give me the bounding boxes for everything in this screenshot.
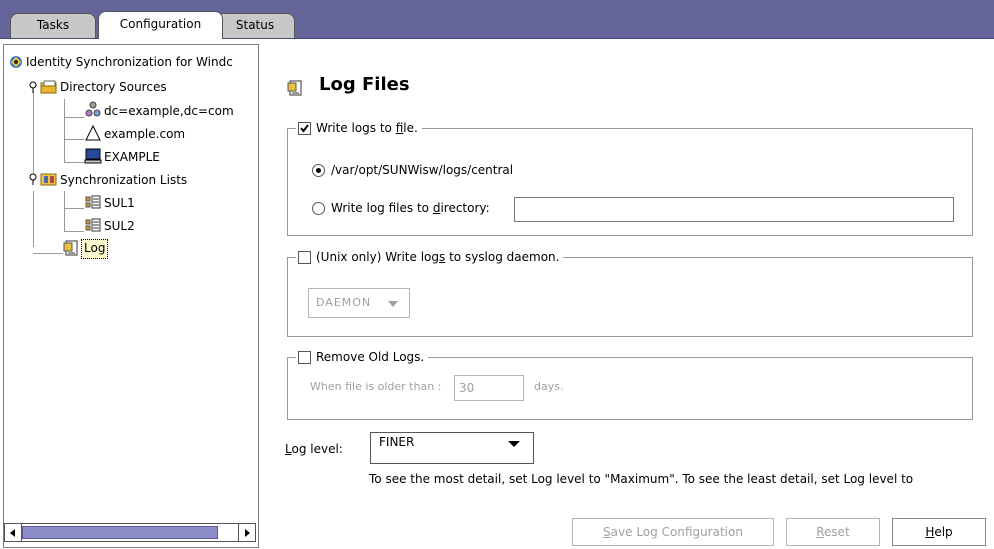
tab-configuration-label: Configuration [119,17,202,31]
remove-old-logs-label: Remove Old Logs. [316,350,425,364]
tree-line [33,91,34,181]
tab-status[interactable]: Status [215,13,295,38]
tree-line [33,253,63,254]
save-log-configuration-button[interactable]: Save Log Configuration [572,518,774,546]
scroll-thumb[interactable] [22,526,218,539]
custom-dir-label: Write log files to directory: [331,201,490,215]
log-level-select[interactable]: FINER [370,432,534,464]
save-button-mnemonic: S [603,525,611,539]
tab-bar: Tasks Status Configuration [0,0,994,39]
sync-lists-icon [40,171,58,189]
log-level-value: FINER [379,435,415,449]
days-label: days. [534,380,564,393]
computer-icon [84,147,102,165]
save-button-label: ave Log Configuration [610,525,743,539]
folder-icon [40,79,58,97]
log-level-hint: To see the most detail, set Log level to… [369,472,914,486]
tree-line [64,231,84,232]
write-logs-group: Write logs to file. /var/opt/SUNWisw/log… [287,119,973,236]
help-button-label: elp [934,525,953,539]
scroll-right-button[interactable] [238,524,255,541]
syslog-facility-value: DAEMON [316,296,372,309]
tree-item-ds-1[interactable]: example.com [104,124,185,144]
sync-app-icon [8,54,26,72]
syslog-label: (Unix only) Write logs to syslog daemon. [316,248,559,266]
tab-configuration[interactable]: Configuration [98,11,223,39]
log-level-label: Log level: [285,442,343,456]
syslog-label-pre: (Unix only) Write log [316,250,439,264]
tab-tasks-label: Tasks [36,18,70,32]
older-than-label: When file is older than : [310,380,442,393]
arrow-left-icon [10,528,15,537]
dropdown-arrow-icon [508,441,520,447]
syslog-label-post: to syslog daemon. [445,250,560,264]
custom-dir-option[interactable]: Write log files to directory: [312,201,490,215]
custom-dir-radio[interactable] [312,201,325,215]
tab-tasks[interactable]: Tasks [10,13,96,38]
syslog-facility-select[interactable]: DAEMON [308,288,410,318]
custom-dir-label-pre: Write log files to [331,201,433,215]
dropdown-arrow-icon [388,301,398,307]
tree-line [64,162,84,163]
reset-button-mnemonic: R [816,525,825,539]
log-directory-input[interactable] [514,197,954,222]
write-logs-checkbox[interactable] [298,121,311,135]
default-path-option[interactable]: /var/opt/SUNWisw/logs/central [312,163,513,177]
tree-item-sul-1[interactable]: SUL2 [104,216,135,236]
scroll-left-button[interactable] [5,524,22,541]
remove-old-logs-checkbox[interactable] [298,350,311,364]
navigation-tree: Identity Synchronization for Windc Direc… [3,44,259,548]
tree-root-label[interactable]: Identity Synchronization for Windc [26,52,233,72]
tab-status-label: Status [235,18,275,32]
write-logs-label: Write logs to file. [316,119,418,137]
page-title: Log Files [319,74,410,95]
help-button-mnemonic: H [925,525,935,539]
days-input[interactable]: 30 [454,375,524,401]
tree-line [33,191,34,247]
tree-item-log[interactable]: Log [81,239,109,259]
log-level-label-post: og level: [291,442,343,456]
syslog-checkbox[interactable] [298,250,311,264]
tree-line [64,117,84,118]
log-file-icon [63,240,81,258]
syslog-group: (Unix only) Write logs to syslog daemon.… [287,248,973,337]
log-files-title-icon [287,80,303,99]
custom-dir-label-post: irectory: [440,201,490,215]
tree-horizontal-scrollbar[interactable] [4,523,256,542]
write-logs-label-post: ile. [403,121,418,135]
tree-line [64,191,65,231]
sul-icon [84,194,102,212]
ldap-server-icon [84,101,102,119]
tree-line [64,208,84,209]
tree-item-sync-lists[interactable]: Synchronization Lists [60,170,187,190]
default-path-radio[interactable] [312,163,325,177]
tree-item-sul-0[interactable]: SUL1 [104,193,135,213]
write-logs-label-pre: Write logs to [316,121,396,135]
domain-icon [84,124,102,142]
tree-line [64,99,65,163]
tree-item-ds-0[interactable]: dc=example,dc=com [104,101,234,121]
reset-button[interactable]: Reset [786,518,880,546]
tree-item-ds-2[interactable]: EXAMPLE [104,147,160,167]
arrow-right-icon [245,528,250,537]
help-button[interactable]: Help [892,518,986,546]
default-path-label: /var/opt/SUNWisw/logs/central [331,163,514,177]
log-files-panel: Log Files Write logs to file. /var/opt/S… [265,40,994,549]
remove-old-logs-group: Remove Old Logs. When file is older than… [287,348,973,420]
checkmark-icon [300,123,309,133]
tree-line [64,139,84,140]
sul-icon [84,217,102,235]
tree-item-directory-sources[interactable]: Directory Sources [60,77,167,97]
reset-button-label: eset [824,525,850,539]
